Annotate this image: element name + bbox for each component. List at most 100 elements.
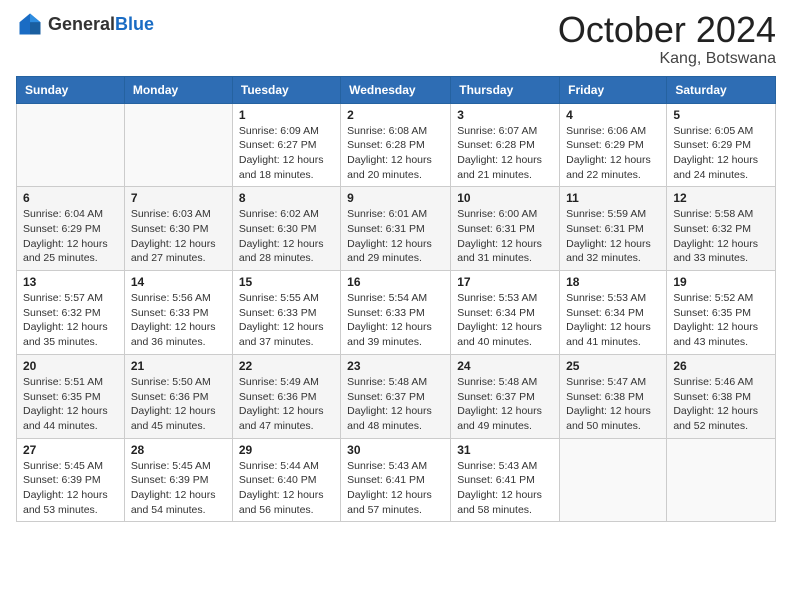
day-number: 18 <box>566 275 660 289</box>
month-title: October 2024 <box>558 10 776 50</box>
day-info: Sunrise: 6:04 AMSunset: 6:29 PMDaylight:… <box>23 207 118 266</box>
calendar-cell: 13Sunrise: 5:57 AMSunset: 6:32 PMDayligh… <box>17 271 125 355</box>
day-number: 22 <box>239 359 334 373</box>
day-info: Sunrise: 5:52 AMSunset: 6:35 PMDaylight:… <box>673 291 769 350</box>
day-info: Sunrise: 6:07 AMSunset: 6:28 PMDaylight:… <box>457 124 553 183</box>
header-day-saturday: Saturday <box>667 76 776 103</box>
day-number: 5 <box>673 108 769 122</box>
day-info: Sunrise: 5:50 AMSunset: 6:36 PMDaylight:… <box>131 375 226 434</box>
day-info: Sunrise: 5:46 AMSunset: 6:38 PMDaylight:… <box>673 375 769 434</box>
day-number: 14 <box>131 275 226 289</box>
day-info: Sunrise: 5:58 AMSunset: 6:32 PMDaylight:… <box>673 207 769 266</box>
calendar-cell: 29 Sunrise: 5:44 AMSunset: 6:40 PMDayligh… <box>232 438 340 522</box>
day-number: 10 <box>457 191 553 205</box>
calendar-cell: 9 Sunrise: 6:01 AMSunset: 6:31 PMDaylight… <box>341 187 451 271</box>
day-number: 2 <box>347 108 444 122</box>
logo-blue: Blue <box>115 15 154 33</box>
calendar-cell: 11 Sunrise: 5:59 AMSunset: 6:31 PMDayligh… <box>560 187 667 271</box>
calendar-cell: 20 Sunrise: 5:51 AMSunset: 6:35 PMDayligh… <box>17 354 125 438</box>
day-info: Sunrise: 5:48 AMSunset: 6:37 PMDaylight:… <box>457 375 553 434</box>
header-day-friday: Friday <box>560 76 667 103</box>
calendar-cell: 18 Sunrise: 5:53 AMSunset: 6:34 PMDayligh… <box>560 271 667 355</box>
calendar-cell: 5 Sunrise: 6:05 AMSunset: 6:29 PMDaylight… <box>667 103 776 187</box>
week-row-3: 13Sunrise: 5:57 AMSunset: 6:32 PMDayligh… <box>17 271 776 355</box>
week-row-1: 1 Sunrise: 6:09 AMSunset: 6:27 PMDaylight… <box>17 103 776 187</box>
day-number: 6 <box>23 191 118 205</box>
day-info: Sunrise: 6:01 AMSunset: 6:31 PMDaylight:… <box>347 207 444 266</box>
calendar-cell: 24 Sunrise: 5:48 AMSunset: 6:37 PMDayligh… <box>451 354 560 438</box>
day-info: Sunrise: 5:45 AMSunset: 6:39 PMDaylight:… <box>23 459 118 518</box>
calendar-cell: 12Sunrise: 5:58 AMSunset: 6:32 PMDayligh… <box>667 187 776 271</box>
calendar-cell: 27 Sunrise: 5:45 AMSunset: 6:39 PMDayligh… <box>17 438 125 522</box>
day-number: 27 <box>23 443 118 457</box>
day-number: 8 <box>239 191 334 205</box>
calendar-cell: 7Sunrise: 6:03 AMSunset: 6:30 PMDaylight… <box>124 187 232 271</box>
calendar-cell <box>560 438 667 522</box>
calendar-cell: 31 Sunrise: 5:43 AMSunset: 6:41 PMDayligh… <box>451 438 560 522</box>
day-number: 15 <box>239 275 334 289</box>
calendar-cell <box>667 438 776 522</box>
week-row-2: 6 Sunrise: 6:04 AMSunset: 6:29 PMDaylight… <box>17 187 776 271</box>
day-number: 25 <box>566 359 660 373</box>
day-info: Sunrise: 5:43 AMSunset: 6:41 PMDaylight:… <box>457 459 553 518</box>
day-info: Sunrise: 5:47 AMSunset: 6:38 PMDaylight:… <box>566 375 660 434</box>
day-number: 19 <box>673 275 769 289</box>
day-info: Sunrise: 6:02 AMSunset: 6:30 PMDaylight:… <box>239 207 334 266</box>
day-number: 1 <box>239 108 334 122</box>
header-day-sunday: Sunday <box>17 76 125 103</box>
calendar-cell: 19 Sunrise: 5:52 AMSunset: 6:35 PMDayligh… <box>667 271 776 355</box>
header-day-tuesday: Tuesday <box>232 76 340 103</box>
location-title: Kang, Botswana <box>558 50 776 68</box>
day-info: Sunrise: 5:48 AMSunset: 6:37 PMDaylight:… <box>347 375 444 434</box>
day-info: Sunrise: 5:53 AMSunset: 6:34 PMDaylight:… <box>566 291 660 350</box>
day-number: 26 <box>673 359 769 373</box>
day-info: Sunrise: 5:53 AMSunset: 6:34 PMDaylight:… <box>457 291 553 350</box>
day-number: 31 <box>457 443 553 457</box>
logo-text: GeneralBlue <box>48 15 154 33</box>
week-row-5: 27 Sunrise: 5:45 AMSunset: 6:39 PMDayligh… <box>17 438 776 522</box>
day-info: Sunrise: 5:56 AMSunset: 6:33 PMDaylight:… <box>131 291 226 350</box>
day-number: 11 <box>566 191 660 205</box>
calendar-cell: 30 Sunrise: 5:43 AMSunset: 6:41 PMDayligh… <box>341 438 451 522</box>
day-info: Sunrise: 5:59 AMSunset: 6:31 PMDaylight:… <box>566 207 660 266</box>
day-info: Sunrise: 6:06 AMSunset: 6:29 PMDaylight:… <box>566 124 660 183</box>
header-day-wednesday: Wednesday <box>341 76 451 103</box>
header-day-monday: Monday <box>124 76 232 103</box>
day-info: Sunrise: 5:45 AMSunset: 6:39 PMDaylight:… <box>131 459 226 518</box>
day-number: 29 <box>239 443 334 457</box>
calendar-cell: 16 Sunrise: 5:54 AMSunset: 6:33 PMDayligh… <box>341 271 451 355</box>
calendar-table: SundayMondayTuesdayWednesdayThursdayFrid… <box>16 76 776 523</box>
day-info: Sunrise: 5:51 AMSunset: 6:35 PMDaylight:… <box>23 375 118 434</box>
day-info: Sunrise: 5:54 AMSunset: 6:33 PMDaylight:… <box>347 291 444 350</box>
calendar-cell: 26 Sunrise: 5:46 AMSunset: 6:38 PMDayligh… <box>667 354 776 438</box>
calendar-cell: 28Sunrise: 5:45 AMSunset: 6:39 PMDayligh… <box>124 438 232 522</box>
day-number: 3 <box>457 108 553 122</box>
day-number: 30 <box>347 443 444 457</box>
day-info: Sunrise: 5:55 AMSunset: 6:33 PMDaylight:… <box>239 291 334 350</box>
calendar-cell: 1 Sunrise: 6:09 AMSunset: 6:27 PMDaylight… <box>232 103 340 187</box>
day-info: Sunrise: 6:05 AMSunset: 6:29 PMDaylight:… <box>673 124 769 183</box>
logo-general: General <box>48 15 115 33</box>
page: GeneralBlue October 2024 Kang, Botswana … <box>0 0 792 612</box>
logo: GeneralBlue <box>16 10 154 38</box>
calendar-cell <box>124 103 232 187</box>
logo-icon <box>16 10 44 38</box>
day-info: Sunrise: 6:09 AMSunset: 6:27 PMDaylight:… <box>239 124 334 183</box>
day-number: 9 <box>347 191 444 205</box>
calendar-cell: 15 Sunrise: 5:55 AMSunset: 6:33 PMDayligh… <box>232 271 340 355</box>
calendar-cell: 23Sunrise: 5:48 AMSunset: 6:37 PMDayligh… <box>341 354 451 438</box>
day-info: Sunrise: 5:49 AMSunset: 6:36 PMDaylight:… <box>239 375 334 434</box>
day-number: 20 <box>23 359 118 373</box>
header-row: SundayMondayTuesdayWednesdayThursdayFrid… <box>17 76 776 103</box>
day-number: 4 <box>566 108 660 122</box>
day-info: Sunrise: 5:57 AMSunset: 6:32 PMDaylight:… <box>23 291 118 350</box>
day-number: 16 <box>347 275 444 289</box>
calendar-cell: 25 Sunrise: 5:47 AMSunset: 6:38 PMDayligh… <box>560 354 667 438</box>
day-info: Sunrise: 6:00 AMSunset: 6:31 PMDaylight:… <box>457 207 553 266</box>
calendar-cell: 4 Sunrise: 6:06 AMSunset: 6:29 PMDaylight… <box>560 103 667 187</box>
calendar-cell: 6 Sunrise: 6:04 AMSunset: 6:29 PMDaylight… <box>17 187 125 271</box>
day-number: 24 <box>457 359 553 373</box>
day-info: Sunrise: 5:43 AMSunset: 6:41 PMDaylight:… <box>347 459 444 518</box>
day-info: Sunrise: 5:44 AMSunset: 6:40 PMDaylight:… <box>239 459 334 518</box>
calendar-cell: 14 Sunrise: 5:56 AMSunset: 6:33 PMDayligh… <box>124 271 232 355</box>
